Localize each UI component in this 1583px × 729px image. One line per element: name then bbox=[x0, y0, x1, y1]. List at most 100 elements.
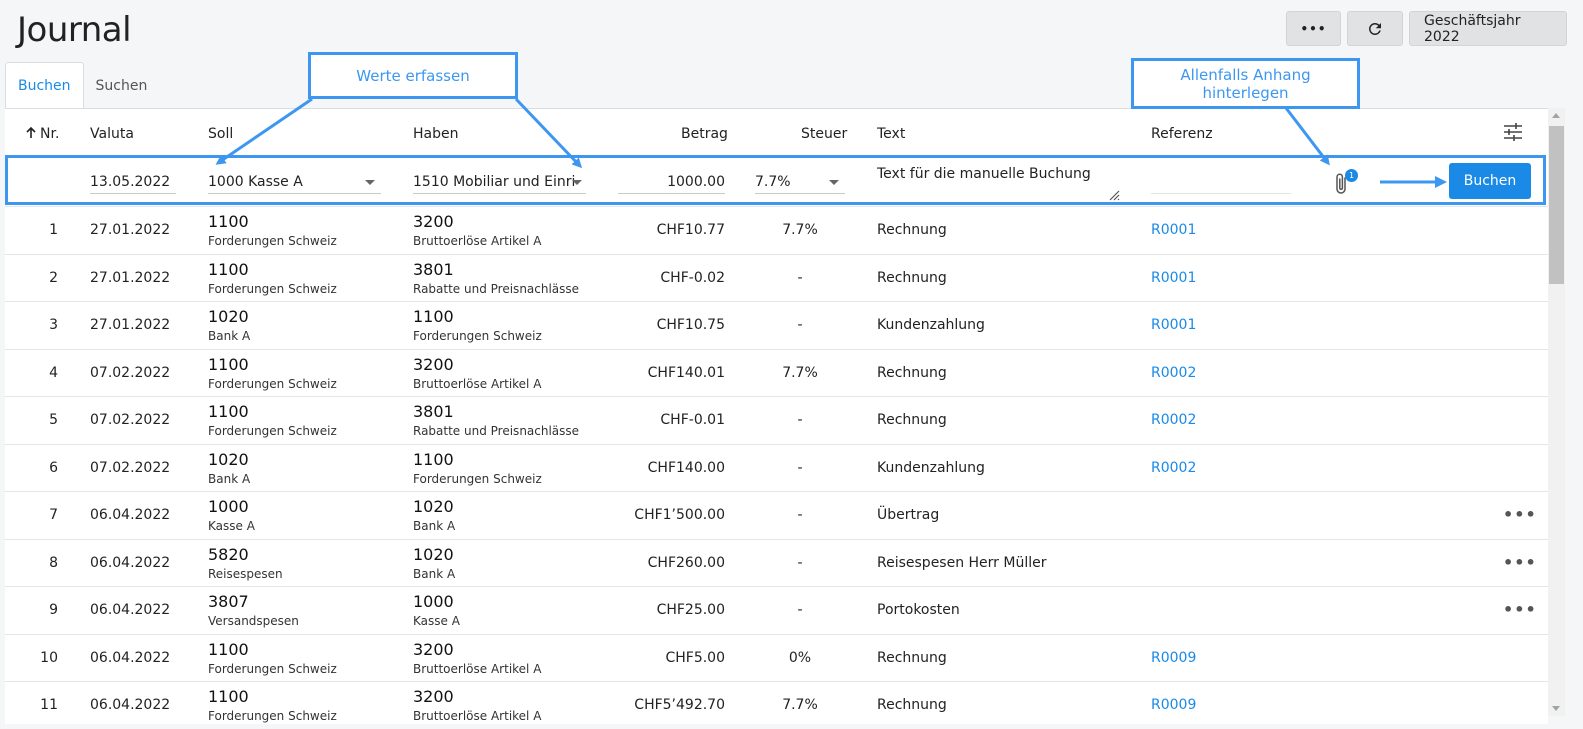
row-soll-name: Forderungen Schweiz bbox=[208, 234, 337, 248]
header-valuta[interactable]: Valuta bbox=[90, 126, 134, 142]
row-soll-name: Bank A bbox=[208, 471, 251, 486]
row-haben-name: Bank A bbox=[413, 519, 456, 533]
row-steuer: - bbox=[797, 507, 803, 523]
header-text[interactable]: Text bbox=[877, 126, 905, 142]
row-nr: 4 bbox=[49, 364, 58, 381]
table-row[interactable]: 7 06.04.2022 1000 Kasse A 1020 Bank A CHF1’500… bbox=[5, 491, 1548, 539]
row-text: Kundenzahlung bbox=[877, 459, 985, 476]
row-betrag: CHF5’492.70 bbox=[634, 697, 725, 713]
fiscal-year-button[interactable]: Geschäftsjahr 2022 bbox=[1409, 11, 1567, 46]
row-soll-number: 1100 bbox=[208, 687, 249, 706]
row-text: Kundenzahlung bbox=[877, 317, 985, 333]
row-haben-name: Bruttoerlöse Artikel A bbox=[413, 234, 542, 248]
row-haben-name: Kasse A bbox=[413, 614, 460, 628]
header-betrag[interactable]: Betrag bbox=[681, 126, 728, 142]
row-referenz-link[interactable]: R0009 bbox=[1151, 697, 1196, 713]
row-referenz-link[interactable]: R0002 bbox=[1151, 365, 1196, 381]
row-valuta: 27.01.2022 bbox=[90, 269, 171, 286]
resize-handle-icon[interactable] bbox=[1108, 189, 1120, 201]
steuer-select[interactable]: 7.7% bbox=[755, 172, 845, 194]
scrollbar-thumb[interactable] bbox=[1549, 126, 1564, 284]
row-valuta: 06.04.2022 bbox=[90, 602, 171, 618]
row-referenz-link[interactable]: R0001 bbox=[1151, 270, 1196, 286]
table-row[interactable]: 10 06.04.2022 1100 Forderungen Schweiz 3200 B… bbox=[5, 633, 1548, 682]
table-row[interactable]: 1 27.01.2022 1100 Forderungen Schweiz 3200 Br… bbox=[5, 206, 1548, 254]
row-betrag: CHF10.75 bbox=[656, 317, 725, 333]
top-actions: ••• Geschäftsjahr 2022 bbox=[1286, 11, 1567, 46]
row-soll-number: 1100 bbox=[208, 639, 249, 659]
row-text: Rechnung bbox=[877, 649, 947, 666]
row-haben-name: Forderungen Schweiz bbox=[413, 329, 542, 343]
row-soll-name: Forderungen Schweiz bbox=[208, 709, 337, 723]
header-haben[interactable]: Haben bbox=[413, 126, 458, 142]
row-referenz-link[interactable]: R0009 bbox=[1151, 650, 1196, 666]
row-more-button[interactable]: ••• bbox=[1503, 505, 1537, 524]
row-more-button[interactable]: ••• bbox=[1503, 600, 1537, 619]
more-actions-button[interactable]: ••• bbox=[1286, 11, 1341, 46]
text-textarea[interactable]: Text für die manuelle Buchung bbox=[877, 164, 1120, 203]
row-haben-name: Bank A bbox=[413, 566, 456, 581]
row-betrag: CHF5.00 bbox=[665, 649, 725, 666]
row-nr: 11 bbox=[40, 697, 58, 713]
column-settings-icon[interactable] bbox=[1503, 123, 1523, 145]
row-referenz-link[interactable]: R0002 bbox=[1151, 460, 1196, 476]
row-soll-name: Reisespesen bbox=[208, 566, 283, 581]
row-soll-number: 1020 bbox=[208, 307, 249, 326]
scroll-up-icon[interactable] bbox=[1552, 113, 1560, 118]
row-referenz-link[interactable]: R0001 bbox=[1151, 222, 1196, 238]
row-haben-name: Bruttoerlöse Artikel A bbox=[413, 709, 542, 723]
vertical-scrollbar[interactable] bbox=[1548, 108, 1565, 716]
betrag-input[interactable]: 1000.00 bbox=[618, 172, 725, 194]
table-row[interactable]: 11 06.04.2022 1100 Forderungen Schweiz 3200 B… bbox=[5, 681, 1548, 724]
sort-asc-icon[interactable] bbox=[25, 126, 37, 142]
row-nr: 2 bbox=[49, 269, 58, 286]
table-row[interactable]: 3 27.01.2022 1020 Bank A 1100 Forderungen Sch… bbox=[5, 301, 1548, 349]
row-valuta: 06.04.2022 bbox=[90, 507, 171, 523]
row-text: Rechnung bbox=[877, 412, 947, 428]
attachment-button[interactable]: 1 bbox=[1333, 169, 1359, 196]
table-row[interactable]: 6 07.02.2022 1020 Bank A 1100 Forderungen Sch… bbox=[5, 443, 1548, 492]
header-steuer[interactable]: Steuer bbox=[801, 126, 847, 142]
table-row[interactable]: 8 06.04.2022 5820 Reisespesen 1020 Bank A CHF2… bbox=[5, 538, 1548, 587]
row-more-button[interactable]: ••• bbox=[1503, 553, 1537, 572]
tab-suchen[interactable]: Suchen bbox=[84, 62, 160, 109]
header-nr[interactable]: Nr. bbox=[40, 126, 59, 142]
row-referenz-link[interactable]: R0002 bbox=[1151, 412, 1196, 428]
buchen-button[interactable]: Buchen bbox=[1449, 163, 1531, 199]
row-valuta: 06.04.2022 bbox=[90, 649, 171, 666]
row-soll-number: 1100 bbox=[208, 259, 249, 279]
row-soll-number: 1020 bbox=[208, 449, 249, 469]
referenz-input[interactable] bbox=[1151, 172, 1291, 194]
haben-select[interactable]: 1510 Mobiliar und Einri bbox=[413, 172, 586, 194]
row-soll-name: Forderungen Schweiz bbox=[208, 281, 337, 296]
refresh-icon bbox=[1368, 22, 1381, 35]
row-betrag: CHF140.00 bbox=[647, 459, 725, 476]
row-nr: 1 bbox=[49, 222, 58, 238]
row-steuer: - bbox=[797, 412, 803, 428]
row-soll-number: 1100 bbox=[208, 354, 249, 374]
row-referenz-link[interactable]: R0001 bbox=[1151, 317, 1196, 333]
row-valuta: 06.04.2022 bbox=[90, 697, 171, 713]
refresh-button[interactable] bbox=[1347, 11, 1403, 46]
row-haben-number: 3200 bbox=[413, 687, 454, 706]
header-soll[interactable]: Soll bbox=[208, 126, 233, 142]
valuta-input[interactable]: 13.05.2022 bbox=[90, 172, 176, 194]
table-row[interactable]: 9 06.04.2022 3807 Versandspesen 1000 Kasse A C… bbox=[5, 586, 1548, 634]
table-row[interactable]: 5 07.02.2022 1100 Forderungen Schweiz 3801 Ra… bbox=[5, 396, 1548, 444]
scroll-down-icon[interactable] bbox=[1552, 706, 1560, 711]
table-row[interactable]: 2 27.01.2022 1100 Forderungen Schweiz 3801 Ra… bbox=[5, 253, 1548, 302]
soll-select[interactable]: 1000 Kasse A bbox=[208, 172, 381, 194]
row-steuer: 7.7% bbox=[782, 697, 818, 713]
row-betrag: CHF140.01 bbox=[647, 364, 725, 381]
new-entry-row: 13.05.2022 1000 Kasse A 1510 Mobiliar un… bbox=[5, 156, 1548, 206]
row-soll-name: Versandspesen bbox=[208, 614, 299, 628]
table-row[interactable]: 4 07.02.2022 1100 Forderungen Schweiz 3200 Br… bbox=[5, 348, 1548, 397]
header-referenz[interactable]: Referenz bbox=[1151, 126, 1213, 142]
arrow-right-annotation bbox=[1380, 176, 1447, 188]
row-betrag: CHF25.00 bbox=[656, 602, 725, 618]
row-haben-number: 1020 bbox=[413, 497, 454, 516]
row-haben-number: 1020 bbox=[413, 544, 454, 564]
callout-werte-erfassen: Werte erfassen bbox=[308, 52, 518, 99]
journal-table: Nr. Valuta Soll Haben Betrag Steuer Text… bbox=[5, 108, 1548, 724]
tab-buchen[interactable]: Buchen bbox=[5, 62, 84, 109]
